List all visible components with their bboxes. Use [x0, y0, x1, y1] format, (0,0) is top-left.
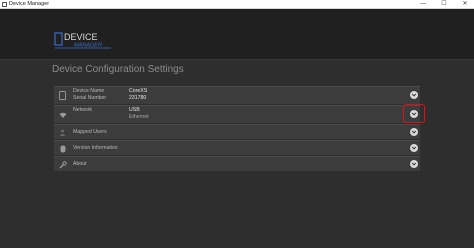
- logo-text-top: DEVICE: [64, 32, 98, 42]
- about-row[interactable]: About: [54, 156, 420, 171]
- serial-number-value: 231780: [129, 95, 147, 101]
- chevron-down-icon[interactable]: [410, 160, 418, 168]
- users-icon: [58, 128, 67, 137]
- device-info-row[interactable]: Device Name Serial Number CoreXS 231780: [54, 86, 420, 104]
- network-label: Network: [73, 107, 93, 113]
- database-icon: [58, 144, 67, 153]
- device-icon: [58, 91, 67, 100]
- device-manager-logo: DEVICE MANAGER: [54, 32, 111, 49]
- app-icon: [2, 2, 7, 7]
- device-name-label: Device Name: [73, 88, 105, 94]
- wrench-icon: [58, 160, 67, 169]
- version-information-label: Version Information: [73, 145, 118, 151]
- chevron-down-icon[interactable]: [410, 128, 418, 136]
- wifi-icon: [58, 110, 67, 119]
- network-interface-value: Ethernet: [129, 114, 149, 120]
- maximize-button[interactable]: ☐: [437, 0, 451, 9]
- app-header: DEVICE MANAGER: [0, 9, 474, 59]
- minimize-button[interactable]: —: [416, 0, 430, 9]
- chevron-down-icon[interactable]: [410, 91, 418, 99]
- page-title: Device Configuration Settings: [52, 64, 184, 75]
- network-type-value: USB: [129, 107, 140, 113]
- about-label: About: [73, 161, 87, 167]
- version-information-row[interactable]: Version Information: [54, 140, 420, 155]
- chevron-down-icon[interactable]: [410, 144, 418, 152]
- window-title: Device Manager: [9, 1, 50, 7]
- mapped-users-row[interactable]: Mapped Users: [54, 124, 420, 139]
- device-name-value: CoreXS: [129, 88, 148, 94]
- network-row[interactable]: Network USB Ethernet: [54, 105, 420, 123]
- mapped-users-label: Mapped Users: [73, 129, 107, 135]
- highlight-box: [403, 104, 425, 123]
- logo-text-bottom: MANAGER: [74, 43, 102, 49]
- close-button[interactable]: ✕: [458, 0, 472, 9]
- window-titlebar: Device Manager — ☐ ✕: [0, 0, 474, 9]
- serial-number-label: Serial Number: [73, 95, 107, 101]
